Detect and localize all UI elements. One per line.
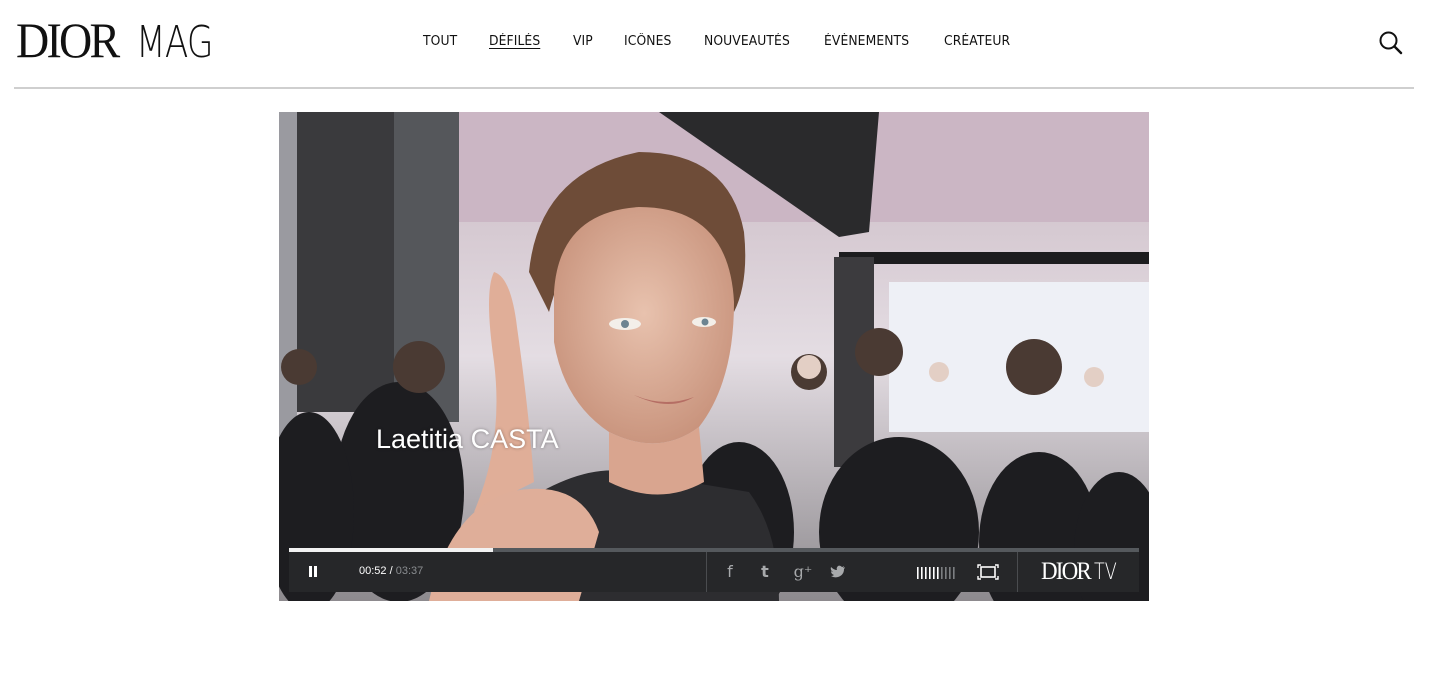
video-player[interactable]: Laetitia CASTA 00:52 / 03:37 f t g⁺ DIOR… — [279, 112, 1149, 601]
pause-icon — [309, 566, 312, 577]
google-plus-icon[interactable]: g⁺ — [792, 562, 814, 582]
volume-bar — [933, 567, 935, 579]
volume-bars — [917, 567, 955, 579]
header-divider — [14, 87, 1414, 89]
volume-bar — [929, 567, 931, 579]
volume-bar — [945, 567, 947, 579]
controls-separator — [706, 552, 707, 592]
twitter-icon[interactable] — [829, 562, 847, 582]
nav-item-evenements[interactable]: ÉVÈNEMENTS — [824, 32, 909, 52]
brand-separator — [1017, 552, 1018, 592]
main-nav: TOUT DÉFILÉS VIP ICÔNES NOUVEAUTÉS ÉVÈNE… — [423, 32, 1044, 52]
nav-item-nouveautes[interactable]: NOUVEAUTÉS — [704, 32, 790, 52]
twitter-bird — [830, 565, 845, 578]
pause-icon-bar — [314, 566, 317, 577]
video-controls: 00:52 / 03:37 f t g⁺ DIOR TV — [289, 552, 1139, 592]
volume-bar — [941, 567, 943, 579]
nav-item-vip[interactable]: VIP — [573, 32, 593, 52]
nav-item-icones[interactable]: ICÔNES — [624, 32, 671, 52]
current-time: 00:52 / — [359, 565, 393, 577]
search-icon[interactable] — [1378, 30, 1404, 56]
facebook-icon[interactable]: f — [721, 562, 739, 582]
dior-mag-logo[interactable]: DIOR MAG — [16, 12, 234, 68]
facebook-glyph: f — [727, 562, 733, 581]
video-caption: Laetitia CASTA — [376, 424, 559, 454]
pause-button[interactable] — [307, 566, 319, 578]
dior-tv-logo-tv: TV — [1094, 559, 1117, 585]
volume-bar — [953, 567, 955, 579]
nav-item-createur[interactable]: CRÉATEUR — [944, 32, 1010, 52]
logo-mag-text: MAG — [136, 17, 214, 68]
tumblr-glyph: t — [761, 562, 769, 581]
video-frame — [279, 112, 1149, 601]
volume-slider[interactable] — [917, 566, 957, 579]
tumblr-icon[interactable]: t — [756, 562, 774, 582]
volume-bar — [917, 567, 919, 579]
dior-tv-logo[interactable]: DIOR TV — [1041, 558, 1123, 586]
volume-bar — [921, 567, 923, 579]
volume-bar — [925, 567, 927, 579]
time-display: 00:52 / 03:37 — [359, 565, 423, 577]
fullscreen-icon[interactable] — [977, 564, 999, 580]
nav-item-tout[interactable]: TOUT — [423, 32, 457, 52]
total-time: 03:37 — [395, 565, 424, 577]
google-plus-glyph: g⁺ — [793, 562, 813, 581]
dior-tv-logo-dior: DIOR — [1041, 558, 1092, 585]
volume-bar — [949, 567, 951, 579]
volume-bar — [937, 567, 939, 579]
logo-dior-text: DIOR — [16, 12, 120, 68]
nav-item-defiles[interactable]: DÉFILÉS — [489, 32, 540, 52]
site-header: DIOR MAG TOUT DÉFILÉS VIP ICÔNES NOUVEAU… — [0, 0, 1431, 88]
